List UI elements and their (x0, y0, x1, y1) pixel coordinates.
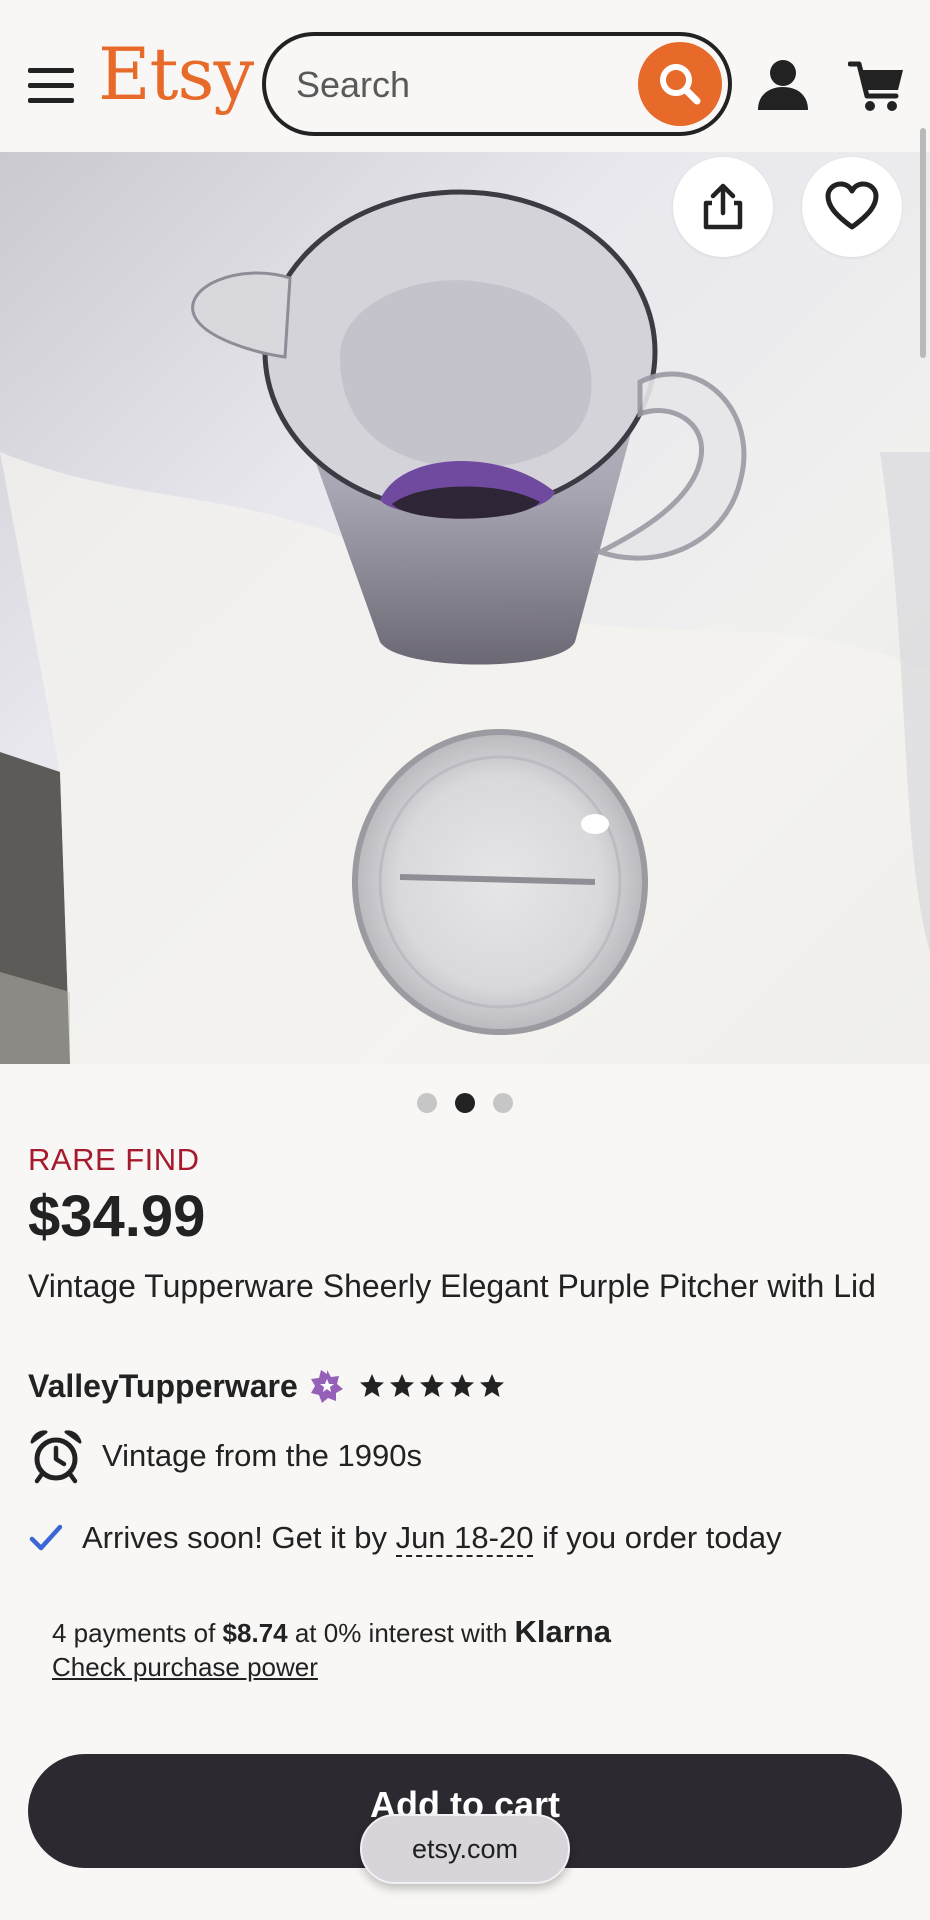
product-photo[interactable] (0, 152, 930, 1064)
klarna-info: 4 payments of $8.74 at 0% interest with … (52, 1614, 611, 1650)
seller-rating[interactable] (358, 1372, 506, 1400)
search-button[interactable] (638, 42, 722, 126)
delivery-info: Arrives soon! Get it by Jun 18-20 if you… (28, 1520, 782, 1557)
carousel-dot-active[interactable] (455, 1093, 475, 1113)
product-price: $34.99 (28, 1184, 206, 1249)
delivery-prefix: Arrives soon! Get it by (82, 1520, 396, 1555)
pitcher-image (0, 152, 930, 1064)
klarna-prefix: 4 payments of (52, 1618, 223, 1648)
vintage-text: Vintage from the 1990s (102, 1438, 422, 1473)
star-icon (449, 1374, 474, 1397)
site-header: Etsy (0, 0, 930, 152)
delivery-date-link[interactable]: Jun 18-20 (395, 1520, 534, 1557)
product-title: Vintage Tupperware Sheerly Elegant Purpl… (28, 1268, 876, 1304)
seller-name-link[interactable]: ValleyTupperware (28, 1368, 298, 1405)
delivery-suffix: if you order today (533, 1520, 782, 1555)
carousel-dot[interactable] (417, 1093, 437, 1113)
search-input[interactable] (294, 54, 628, 116)
klarna-middle: at 0% interest with (287, 1618, 515, 1648)
favorite-button[interactable] (802, 157, 902, 257)
carousel-dot[interactable] (493, 1093, 513, 1113)
search-icon (660, 64, 701, 105)
delivery-text: Arrives soon! Get it by Jun 18-20 if you… (82, 1520, 782, 1557)
page-scrollbar[interactable] (920, 128, 926, 358)
star-icon (479, 1374, 504, 1397)
checkmark-icon (29, 1524, 63, 1551)
search-bar[interactable] (262, 32, 732, 136)
check-purchase-power-link[interactable]: Check purchase power (52, 1652, 318, 1683)
menu-icon[interactable] (24, 62, 80, 110)
carousel-dots (0, 1093, 930, 1113)
vintage-info: Vintage from the 1990s (28, 1428, 422, 1484)
alarm-clock-icon (30, 1430, 82, 1484)
etsy-logo[interactable]: Etsy (98, 38, 254, 110)
heart-icon (825, 181, 879, 230)
star-icon (419, 1374, 444, 1397)
share-icon (703, 183, 743, 230)
klarna-logo: Klarna (514, 1614, 611, 1649)
star-seller-badge-icon (310, 1370, 343, 1403)
browser-url-pill[interactable]: etsy.com (360, 1814, 570, 1884)
seller-row: ValleyTupperware (28, 1364, 506, 1408)
star-icon (389, 1374, 414, 1397)
account-icon[interactable] (754, 56, 812, 114)
rare-find-badge: RARE FIND (28, 1142, 200, 1177)
klarna-amount: $8.74 (222, 1618, 288, 1648)
share-button[interactable] (673, 157, 773, 257)
cart-icon[interactable] (848, 58, 906, 114)
star-icon (359, 1374, 384, 1397)
